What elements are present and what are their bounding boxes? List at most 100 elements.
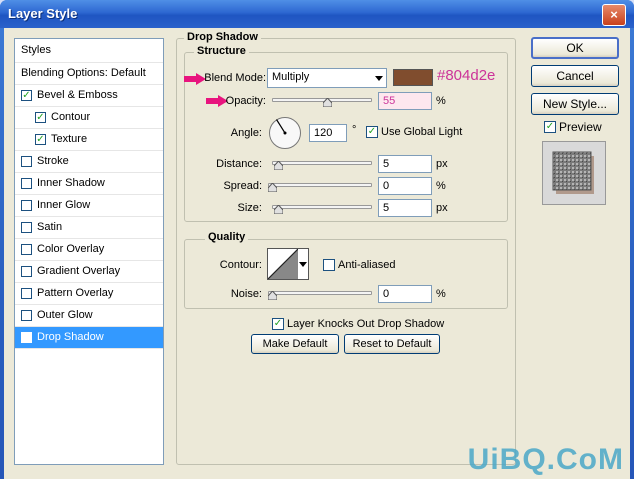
style-item-checkbox[interactable]: ✓ <box>21 90 32 101</box>
anti-aliased-checkbox[interactable] <box>323 259 335 271</box>
style-item-satin[interactable]: Satin <box>15 217 163 239</box>
style-item-checkbox[interactable]: ✓ <box>35 112 46 123</box>
style-item-label: Pattern Overlay <box>37 287 114 299</box>
spread-label: Spread: <box>223 180 262 192</box>
style-item-bevel-emboss[interactable]: ✓ Bevel & Emboss <box>15 85 163 107</box>
distance-slider[interactable] <box>272 161 372 165</box>
style-item-label: Color Overlay <box>37 243 105 255</box>
style-item-label: Satin <box>37 221 63 233</box>
size-field[interactable]: 5 <box>378 199 432 217</box>
style-item-label: Bevel & Emboss <box>37 89 118 101</box>
blend-mode-select[interactable]: Multiply <box>267 68 387 88</box>
noise-slider-thumb[interactable] <box>268 291 277 300</box>
opacity-slider[interactable] <box>272 98 372 102</box>
check-icon: ✓ <box>36 134 45 145</box>
reset-to-default-button[interactable]: Reset to Default <box>344 334 440 354</box>
chevron-down-icon <box>375 73 383 85</box>
check-icon: ✓ <box>367 126 377 137</box>
contour-picker[interactable] <box>267 248 309 280</box>
styles-list: Styles Blending Options: Default ✓ Bevel &… <box>14 38 164 465</box>
angle-unit: ° <box>352 124 357 136</box>
style-item-checkbox[interactable] <box>21 200 32 211</box>
close-button[interactable]: × <box>602 4 626 26</box>
color-annotation: #804d2e <box>437 67 496 84</box>
preview-checkbox[interactable]: ✓ <box>544 121 556 133</box>
dialog-client: Styles Blending Options: Default ✓ Bevel &… <box>4 28 630 479</box>
styles-header-label: Styles <box>21 44 51 56</box>
noise-slider[interactable] <box>268 291 372 295</box>
style-item-inner-shadow[interactable]: Inner Shadow <box>15 173 163 195</box>
use-global-light-checkbox[interactable]: ✓ <box>366 126 378 138</box>
spread-slider[interactable] <box>268 183 372 187</box>
style-item-label: Contour <box>51 111 91 123</box>
pink-arrow-icon <box>184 73 206 85</box>
style-preview <box>542 141 606 205</box>
layer-knocks-out-checkbox[interactable]: ✓ <box>272 318 284 330</box>
opacity-slider-thumb[interactable] <box>323 98 332 107</box>
style-item-contour[interactable]: ✓ Contour <box>15 107 163 129</box>
cancel-button[interactable]: Cancel <box>531 65 619 87</box>
style-item-checkbox[interactable]: ✓ <box>35 134 46 145</box>
title-bar[interactable]: Layer Style × <box>0 0 634 28</box>
spread-slider-thumb[interactable] <box>268 183 277 192</box>
preview-label: Preview <box>559 120 602 134</box>
check-icon: ✓ <box>22 332 31 343</box>
style-item-color-overlay[interactable]: Color Overlay <box>15 239 163 261</box>
anti-aliased-label: Anti-aliased <box>338 259 396 271</box>
style-item-texture[interactable]: ✓ Texture <box>15 129 163 151</box>
style-item-checkbox[interactable] <box>21 244 32 255</box>
style-item-drop-shadow[interactable]: ✓ Drop Shadow <box>15 327 163 349</box>
check-icon: ✓ <box>545 121 555 132</box>
style-item-checkbox[interactable] <box>21 310 32 321</box>
style-item-checkbox[interactable] <box>21 266 32 277</box>
opacity-field[interactable]: 55 <box>378 92 432 110</box>
check-icon: ✓ <box>36 112 45 123</box>
style-item-gradient-overlay[interactable]: Gradient Overlay <box>15 261 163 283</box>
style-item-outer-glow[interactable]: Outer Glow <box>15 305 163 327</box>
window-title: Layer Style <box>8 6 78 21</box>
angle-field[interactable]: 120 <box>309 124 347 142</box>
style-item-blending-options-default[interactable]: Blending Options: Default <box>15 63 163 85</box>
style-item-label: Inner Glow <box>37 199 91 211</box>
size-slider[interactable] <box>272 205 372 209</box>
layer-style-window: Layer Style × Styles Blending Options: D… <box>0 0 634 479</box>
size-unit: px <box>436 202 448 214</box>
style-item-checkbox[interactable] <box>21 178 32 189</box>
new-style-button[interactable]: New Style... <box>531 93 619 115</box>
chevron-down-icon[interactable] <box>299 260 307 268</box>
spread-field[interactable]: 0 <box>378 177 432 195</box>
style-item-checkbox[interactable] <box>21 288 32 299</box>
style-item-stroke[interactable]: Stroke <box>15 151 163 173</box>
style-item-pattern-overlay[interactable]: Pattern Overlay <box>15 283 163 305</box>
drop-shadow-title: Drop Shadow <box>184 31 261 43</box>
preview-thumbnail <box>552 151 594 194</box>
style-item-checkbox[interactable] <box>21 156 32 167</box>
make-default-button[interactable]: Make Default <box>251 334 339 354</box>
style-item-label: Outer Glow <box>37 309 93 321</box>
shadow-color-swatch[interactable] <box>393 69 433 86</box>
layer-knocks-out-label: Layer Knocks Out Drop Shadow <box>287 318 445 330</box>
angle-dial-icon[interactable] <box>268 116 302 150</box>
noise-field[interactable]: 0 <box>378 285 432 303</box>
style-item-inner-glow[interactable]: Inner Glow <box>15 195 163 217</box>
check-icon: ✓ <box>273 318 283 329</box>
distance-field[interactable]: 5 <box>378 155 432 173</box>
styles-header[interactable]: Styles <box>15 39 163 63</box>
style-item-label: Texture <box>51 133 88 145</box>
use-global-light-label: Use Global Light <box>381 126 463 138</box>
blend-mode-label: Blend Mode: <box>204 72 266 84</box>
contour-label: Contour: <box>219 259 262 271</box>
ok-button[interactable]: OK <box>531 37 619 59</box>
style-item-label: Blending Options: Default <box>21 67 146 79</box>
angle-label: Angle: <box>230 127 262 139</box>
check-icon: ✓ <box>22 90 31 101</box>
size-slider-thumb[interactable] <box>274 205 283 214</box>
style-item-checkbox[interactable]: ✓ <box>21 332 32 343</box>
distance-slider-thumb[interactable] <box>274 161 283 170</box>
style-item-checkbox[interactable] <box>21 222 32 233</box>
style-item-label: Drop Shadow <box>37 331 104 343</box>
style-item-label: Gradient Overlay <box>37 265 121 277</box>
opacity-unit: % <box>436 95 446 107</box>
quality-title: Quality <box>205 231 249 243</box>
noise-unit: % <box>436 288 446 300</box>
